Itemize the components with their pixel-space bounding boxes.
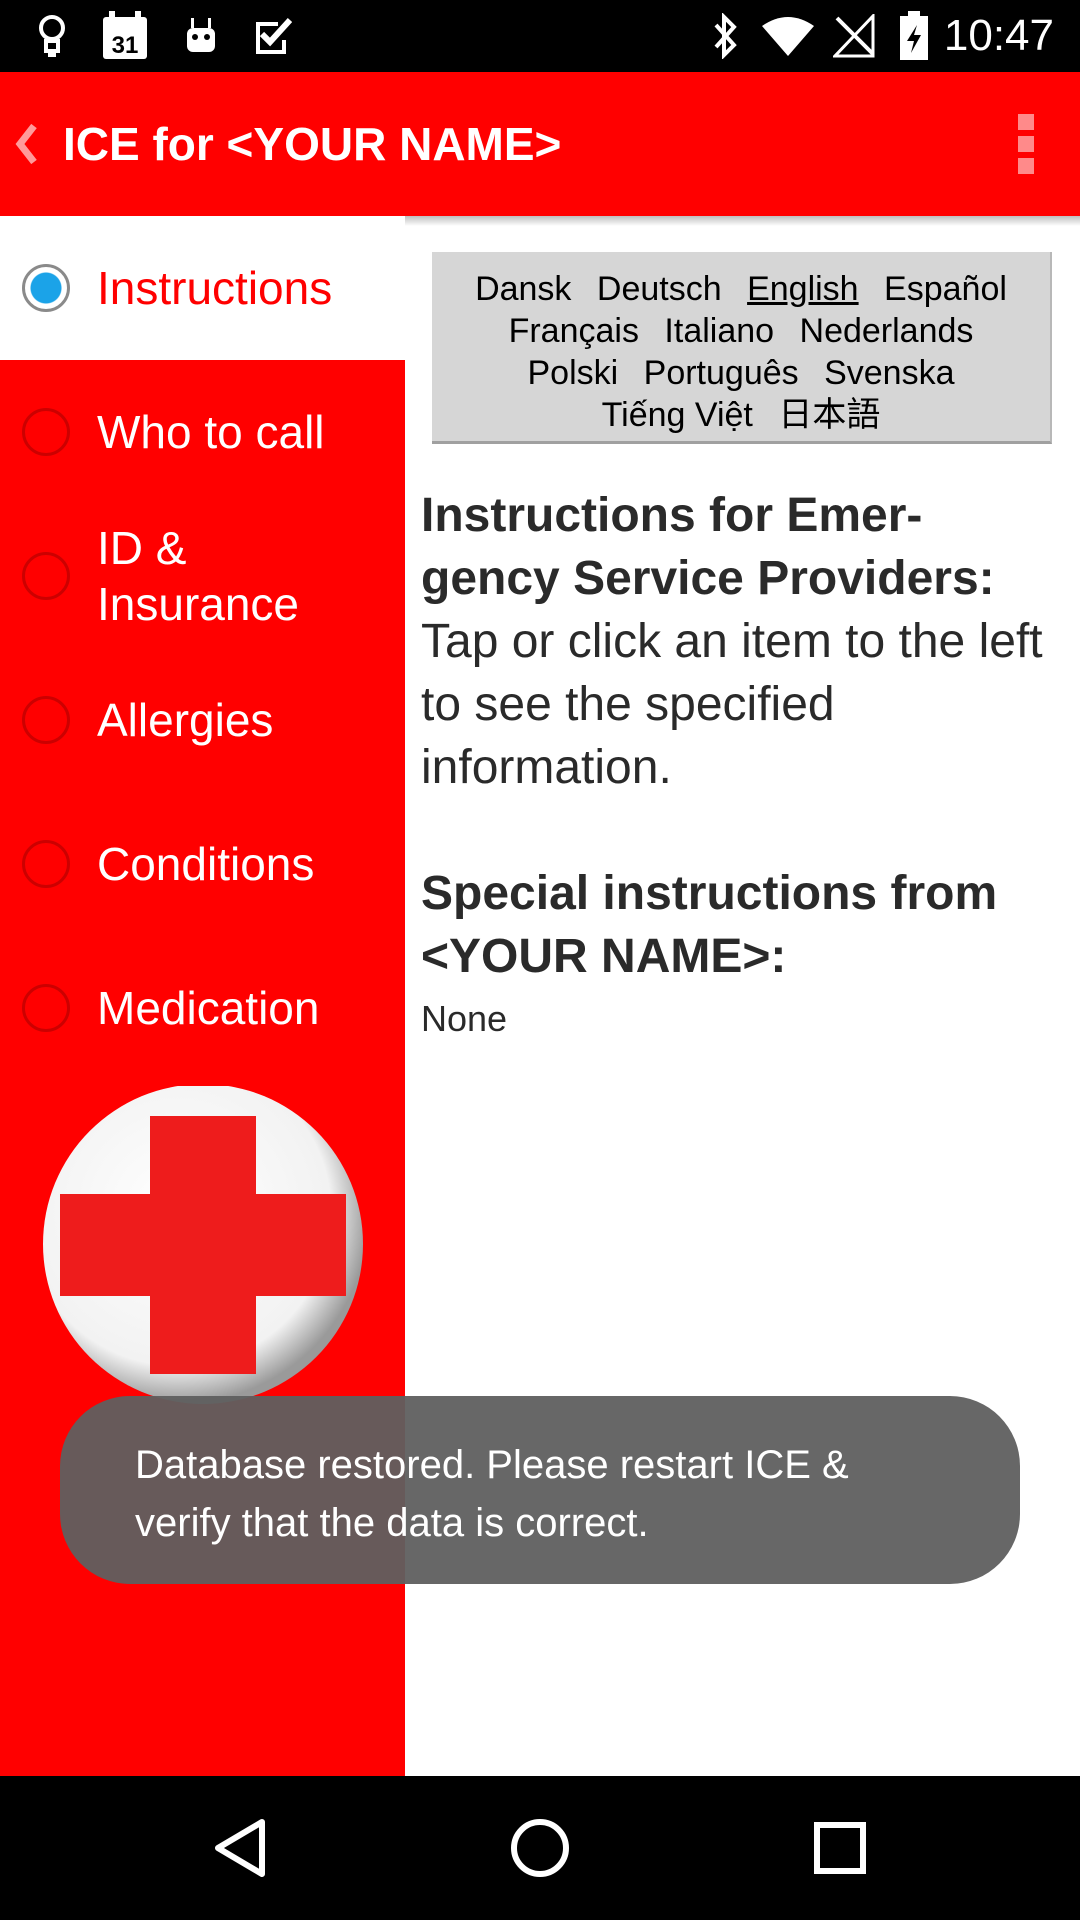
sidebar-item-label: Conditions [97,838,315,890]
sidebar-item-conditions[interactable]: Conditions [0,792,405,936]
radio-icon[interactable] [22,408,70,456]
language-link[interactable]: Dansk [475,270,571,308]
app-screen: 31 10:47 ICE for <YOUR NAME> Instruction… [0,0,1080,1920]
language-link-current[interactable]: English [747,270,859,308]
sidebar-item-id-insurance[interactable]: ID & Insurance [0,504,405,648]
back-triangle-icon [215,1819,265,1877]
sidebar-item-label: Instructions [97,262,333,314]
toast-message: Database restored. Please restart ICE & … [60,1396,1020,1584]
special-instructions-heading: Special instructions from <YOUR NAME>: [421,867,998,983]
sidebar-item-label: Who to call [97,406,325,458]
red-cross-logo [38,1084,368,1406]
sidebar-item-label: Allergies [97,694,274,746]
language-link[interactable]: Italiano [664,312,774,350]
back-chevron-icon[interactable] [10,116,40,172]
status-bar: 31 10:47 [0,0,1080,72]
radio-icon[interactable] [22,840,70,888]
radio-icon[interactable] [22,552,70,600]
back-button[interactable] [180,1776,300,1920]
language-link[interactable]: Svenska [824,354,954,392]
sidebar-item-medication[interactable]: Medication [0,936,405,1080]
recents-button[interactable] [780,1776,900,1920]
recents-square-icon [814,1822,866,1874]
clock: 10:47 [943,11,1054,60]
language-link[interactable]: Español [884,270,1007,308]
radio-selected-icon[interactable] [22,264,70,312]
sidebar-item-label: ID & Insurance [97,522,300,630]
system-nav-bar [0,1776,1080,1920]
language-link[interactable]: Polski [527,354,618,392]
radio-icon[interactable] [22,696,70,744]
special-instructions-body: None [421,998,508,1039]
language-link[interactable]: Tiếng Việt [602,396,753,434]
wifi-icon [760,0,816,72]
language-link[interactable]: Français [509,312,639,350]
language-selector: Dansk Deutsch English Español Français I… [432,252,1052,444]
lightbulb-icon [30,0,74,72]
language-link[interactable]: Nederlands [800,312,974,350]
home-circle-icon [511,1819,569,1877]
instructions-heading: Instructions for Emer-gency Service Prov… [421,489,995,605]
content-top-shadow [405,216,1080,226]
calendar-day: 31 [112,32,139,59]
app-bar: ICE for <YOUR NAME> [0,72,1080,216]
sidebar-item-allergies[interactable]: Allergies [0,648,405,792]
language-link[interactable]: 日本語 [778,396,880,434]
overflow-menu-icon[interactable] [1018,114,1038,174]
no-signal-icon [830,0,880,72]
bluetooth-icon [705,0,745,72]
radio-icon[interactable] [22,984,70,1032]
sidebar-item-label: Medication [97,982,320,1034]
home-button[interactable] [480,1776,600,1920]
language-link[interactable]: Português [644,354,799,392]
calendar-icon: 31 [100,0,150,72]
sidebar-item-who-to-call[interactable]: Who to call [0,360,405,504]
battery-icon [894,0,934,72]
checkbox-icon [250,0,294,72]
instructions-body: Tap or click an item to the left to see … [421,615,1043,794]
sidebar-item-instructions[interactable]: Instructions [0,216,405,360]
language-link[interactable]: Deutsch [597,270,722,308]
android-icon [178,0,224,72]
app-title: ICE for <YOUR NAME> [63,118,562,170]
